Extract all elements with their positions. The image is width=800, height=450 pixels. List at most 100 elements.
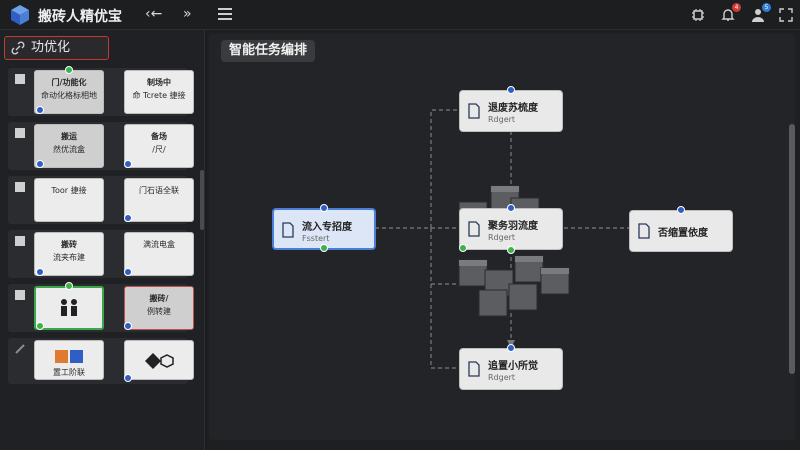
card-subtitle: 门石语全联	[139, 186, 179, 195]
node-port[interactable]	[677, 206, 685, 214]
card-subtitle: 置工阶联	[53, 368, 85, 377]
sidebar-card-selected[interactable]	[34, 286, 104, 330]
user-badge: 5	[762, 3, 771, 12]
node-subtitle: Rdgert	[488, 373, 516, 382]
connector-dot[interactable]	[36, 106, 44, 114]
function-optimize-label: 功优化	[31, 40, 71, 55]
diamond-hex-icon	[145, 353, 174, 369]
node-title: 聚务羽流度	[488, 221, 538, 232]
node-center[interactable]: 聚务羽流度 Rdgert	[459, 208, 563, 250]
chip-icon[interactable]	[690, 7, 706, 23]
sidebar-card[interactable]	[124, 340, 194, 380]
document-icon	[638, 223, 650, 239]
connector-dot[interactable]	[124, 374, 132, 382]
user-button[interactable]: 5	[750, 3, 771, 23]
card-title: 制场中	[147, 78, 171, 87]
sidebar-card[interactable]: 置工阶联	[34, 340, 104, 380]
sidebar-row-6: 置工阶联	[8, 338, 194, 384]
connector-dot[interactable]	[124, 160, 132, 168]
document-icon	[468, 361, 480, 377]
connector-line	[430, 109, 459, 228]
card-title: 门/功能化	[51, 78, 87, 87]
sidebar-row-2: 搬运 然优流盒 备场 /尺/	[8, 122, 194, 170]
cube-pair-icon	[55, 350, 83, 363]
node-subtitle: Rdgert	[488, 115, 516, 124]
menu-icon[interactable]	[218, 8, 232, 20]
sidebar-card[interactable]: 搬砖 流夹布建	[34, 232, 104, 276]
sidebar-row-1: 门/功能化 命动化格标相地 制场中 命 Tcrete 捷接	[8, 66, 194, 116]
node-title: 否缩置依度	[658, 228, 708, 239]
card-title: 搬砖	[61, 240, 77, 249]
connector-line	[430, 228, 457, 369]
card-subtitle: 满流电盒	[143, 240, 175, 249]
notification-button[interactable]: 4	[720, 3, 741, 23]
sidebar-card[interactable]: 搬砖/ 例转建	[124, 286, 194, 330]
sidebar-scrollbar[interactable]	[200, 170, 204, 230]
document-icon	[282, 222, 294, 238]
top-bar: 搬砖人精优宝 ‹← » 4 5	[0, 0, 800, 30]
back-button[interactable]: ‹←	[145, 6, 162, 22]
node-subtitle: Rdgert	[488, 233, 516, 242]
function-optimize-chip[interactable]: 功优化	[4, 36, 109, 60]
node-subtitle: Fsstert	[302, 234, 330, 243]
sidebar-card[interactable]: 门/功能化 命动化格标相地	[34, 70, 104, 114]
connector-dot[interactable]	[36, 160, 44, 168]
node-port[interactable]	[507, 246, 515, 254]
sidebar-row-5: 搬砖/ 例转建	[8, 282, 194, 332]
node-port[interactable]	[507, 344, 515, 352]
cube-mini-icon	[15, 290, 25, 300]
node-port[interactable]	[320, 204, 328, 212]
sidebar-card[interactable]: 备场 /尺/	[124, 124, 194, 168]
connector-dot[interactable]	[124, 268, 132, 276]
collapse-button[interactable]: »	[183, 6, 192, 22]
link-mini-icon	[15, 344, 25, 354]
card-subtitle: Toor 捷接	[51, 186, 87, 195]
cube-mini-icon	[15, 182, 25, 192]
connector-dot[interactable]	[124, 214, 132, 222]
canvas-vertical-scrollbar[interactable]	[789, 124, 795, 374]
sidebar-card[interactable]: 搬运 然优流盒	[34, 124, 104, 168]
document-icon	[468, 221, 480, 237]
logo-cube-icon	[11, 5, 29, 25]
node-port[interactable]	[459, 244, 467, 252]
cube-mini-icon	[15, 74, 25, 84]
connector-dot[interactable]	[65, 282, 73, 290]
worker-icon	[61, 299, 77, 316]
connector-dot[interactable]	[36, 322, 44, 330]
card-title: 备场	[151, 132, 167, 141]
connector-dot[interactable]	[65, 66, 73, 74]
node-title: 追置小所觉	[488, 361, 538, 372]
card-subtitle: 命 Tcrete 捷接	[132, 91, 186, 100]
sidebar-row-4: 搬砖 流夹布建 满流电盒	[8, 230, 194, 278]
node-bottom[interactable]: 追置小所觉 Rdgert	[459, 348, 563, 390]
canvas-area[interactable]: 智能任务编排 流入专招度 Fsstert 退废苏梳度 Rdgert 聚务羽流度 …	[209, 34, 795, 440]
node-title: 退废苏梳度	[488, 103, 538, 114]
document-icon	[468, 103, 480, 119]
card-subtitle: /尺/	[152, 145, 166, 154]
sidebar: 功优化 门/功能化 命动化格标相地 制场中 命 Tcrete 捷接 搬运 然优流…	[0, 30, 205, 450]
node-port[interactable]	[507, 204, 515, 212]
cube-mini-icon	[15, 236, 25, 246]
card-subtitle: 例转建	[147, 307, 171, 316]
node-port[interactable]	[320, 244, 328, 252]
node-right[interactable]: 否缩置依度	[629, 210, 733, 252]
sidebar-card[interactable]: Toor 捷接	[34, 178, 104, 222]
card-subtitle: 命动化格标相地	[41, 91, 97, 100]
card-title: 搬砖/	[149, 294, 169, 303]
link-icon	[11, 41, 25, 55]
sidebar-card[interactable]: 门石语全联	[124, 178, 194, 222]
connector-dot[interactable]	[124, 322, 132, 330]
card-subtitle: 然优流盒	[53, 145, 85, 154]
notification-badge: 4	[732, 3, 741, 12]
expand-icon[interactable]	[778, 7, 794, 23]
connector-dot[interactable]	[36, 268, 44, 276]
card-subtitle: 流夹布建	[53, 253, 85, 262]
node-port[interactable]	[507, 86, 515, 94]
workflow-canvas: 智能任务编排 流入专招度 Fsstert 退废苏梳度 Rdgert 聚务羽流度 …	[207, 30, 800, 450]
sidebar-row-3: Toor 捷接 门石语全联	[8, 176, 194, 224]
sidebar-card[interactable]: 制场中 命 Tcrete 捷接	[124, 70, 194, 114]
node-top[interactable]: 退废苏梳度 Rdgert	[459, 90, 563, 132]
card-title: 搬运	[61, 132, 77, 141]
cube-mini-icon	[15, 128, 25, 138]
sidebar-card[interactable]: 满流电盒	[124, 232, 194, 276]
